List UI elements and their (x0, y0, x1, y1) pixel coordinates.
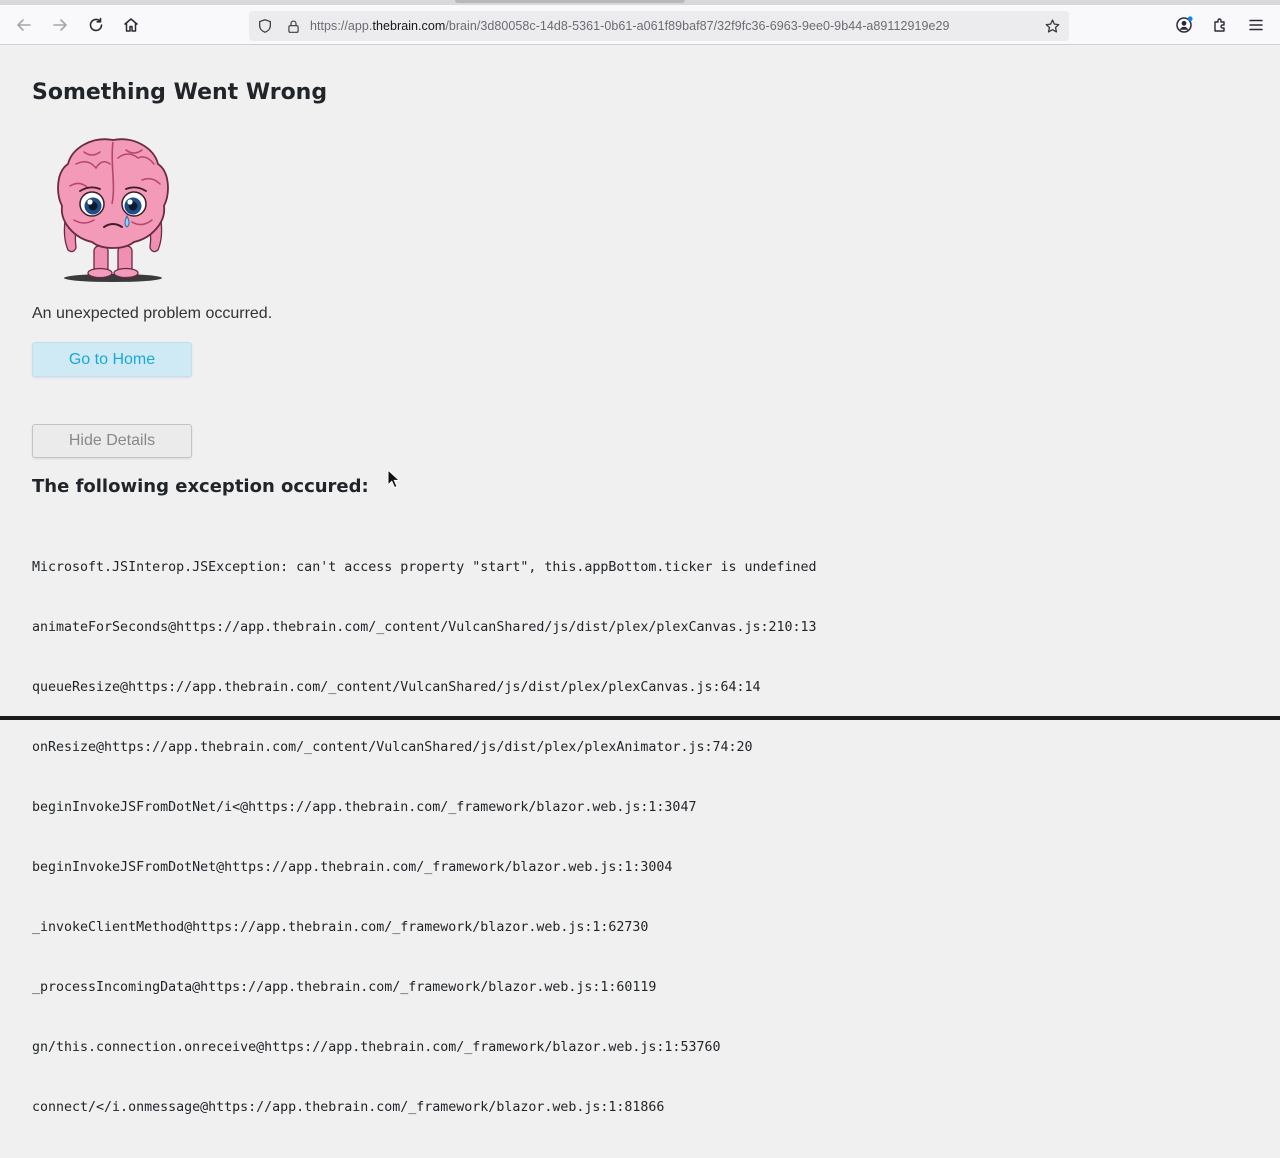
bottom-edge (0, 716, 1280, 720)
page-title: Something Went Wrong (32, 80, 328, 105)
browser-toolbar: https://app.thebrain.com/brain/3d80058c-… (0, 5, 1280, 45)
url-prefix: https://app. (310, 19, 373, 33)
active-tab-indicator[interactable] (455, 0, 685, 3)
home-icon[interactable] (117, 11, 145, 39)
account-icon[interactable] (1170, 11, 1198, 39)
back-icon[interactable] (10, 11, 38, 39)
extensions-icon[interactable] (1206, 11, 1234, 39)
stack-line: gn/this.connection.onreceive@https://app… (32, 1040, 721, 1055)
url-text[interactable]: https://app.thebrain.com/brain/3d80058c-… (310, 19, 950, 33)
stack-line: animateForSeconds@https://app.thebrain.c… (32, 620, 817, 635)
stack-line: _invokeClientMethod@https://app.thebrain… (32, 920, 649, 935)
exception-heading: The following exception occured: (32, 476, 369, 497)
bookmark-star-icon[interactable] (1043, 17, 1061, 35)
url-bar[interactable]: https://app.thebrain.com/brain/3d80058c-… (249, 11, 1069, 41)
menu-icon[interactable] (1242, 11, 1270, 39)
url-path: /brain/3d80058c-14d8-5361-0b61-a061f89ba… (445, 19, 950, 33)
hide-details-button[interactable]: Hide Details (32, 424, 192, 458)
stack-trace: Microsoft.JSInterop.JSException: can't a… (32, 518, 817, 1158)
error-message: An unexpected problem occurred. (32, 305, 273, 322)
reload-icon[interactable] (82, 11, 110, 39)
go-to-home-button[interactable]: Go to Home (32, 342, 192, 377)
shield-icon[interactable] (256, 17, 274, 35)
stack-line: onResize@https://app.thebrain.com/_conte… (32, 740, 753, 755)
stack-line: beginInvokeJSFromDotNet/i<@https://app.t… (32, 800, 697, 815)
stack-line: Microsoft.JSInterop.JSException: can't a… (32, 560, 817, 575)
stack-line: beginInvokeJSFromDotNet@https://app.theb… (32, 860, 673, 875)
mouse-pointer-icon (387, 469, 401, 489)
stack-line: queueResize@https://app.thebrain.com/_co… (32, 680, 761, 695)
stack-line: _processIncomingData@https://app.thebrai… (32, 980, 657, 995)
stack-line: connect/</i.onmessage@https://app.thebra… (32, 1100, 665, 1115)
url-domain: thebrain.com (372, 19, 446, 33)
error-page: Something Went Wrong An unexpected probl… (0, 46, 1280, 1115)
crying-brain-illustration (57, 138, 169, 282)
lock-icon[interactable] (284, 17, 302, 35)
forward-icon[interactable] (46, 11, 74, 39)
